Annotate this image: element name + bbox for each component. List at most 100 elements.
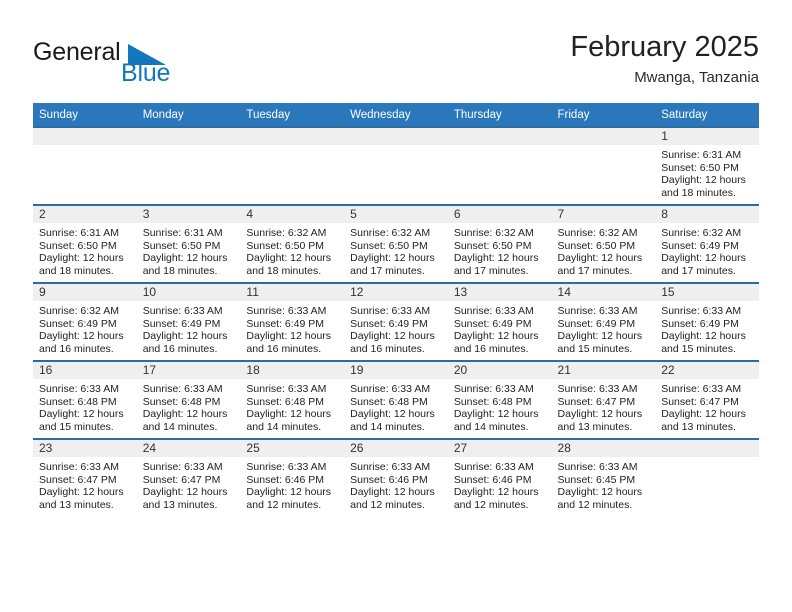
daylight-duration-line1: Daylight: 12 hours bbox=[453, 486, 539, 499]
sunset-time: Sunset: 6:46 PM bbox=[453, 473, 532, 486]
daylight-duration-line2: and 18 minutes. bbox=[39, 264, 114, 277]
daylight-duration-line2: and 12 minutes. bbox=[453, 498, 529, 511]
daylight-duration-line2: and 14 minutes. bbox=[350, 420, 425, 433]
day-sun-info: Sunrise: 6:33 AM Sunset: 6:49 PM Daylight:… bbox=[448, 301, 552, 355]
calendar-day-cell[interactable]: 14 Sunrise: 6:33 AM Sunset: 6:49 PM Dayligh… bbox=[551, 282, 656, 361]
sunrise-time: Sunrise: 6:33 AM bbox=[246, 461, 327, 473]
sunset-time: Sunset: 6:46 PM bbox=[246, 473, 325, 486]
calendar-grid: Sunday Monday Tuesday Wednesday Thursday… bbox=[33, 103, 759, 516]
calendar-day-cell[interactable]: 7 Sunrise: 6:32 AM Sunset: 6:50 PM Daylight… bbox=[551, 204, 656, 283]
calendar-day-cell[interactable]: 6 Sunrise: 6:32 AM Sunset: 6:50 PM Daylight… bbox=[447, 204, 552, 283]
sunset-time: Sunset: 6:49 PM bbox=[661, 239, 739, 252]
day-sun-info: Sunrise: 6:33 AM Sunset: 6:46 PM Daylight:… bbox=[344, 457, 448, 511]
sunset-time: Sunset: 6:49 PM bbox=[453, 317, 532, 330]
calendar-day-cell[interactable]: 26 Sunrise: 6:33 AM Sunset: 6:46 PM Dayligh… bbox=[344, 438, 448, 516]
day-cell-content bbox=[551, 128, 656, 204]
calendar-day-cell[interactable]: 5 Sunrise: 6:32 AM Sunset: 6:50 PM Daylight… bbox=[344, 204, 448, 283]
day-number: 7 bbox=[551, 206, 656, 223]
daylight-duration-line2: and 17 minutes. bbox=[661, 264, 736, 277]
daylight-duration-line2: and 14 minutes. bbox=[142, 420, 218, 433]
day-cell-content: 27 Sunrise: 6:33 AM Sunset: 6:46 PM Dayligh… bbox=[447, 440, 552, 516]
sunrise-time: Sunrise: 6:32 AM bbox=[246, 227, 327, 239]
daylight-duration-line1: Daylight: 12 hours bbox=[661, 252, 746, 265]
day-number bbox=[136, 128, 241, 145]
calendar-day-cell[interactable]: 8 Sunrise: 6:32 AM Sunset: 6:49 PM Daylight… bbox=[655, 204, 759, 283]
calendar-day-cell[interactable]: 12 Sunrise: 6:33 AM Sunset: 6:49 PM Dayligh… bbox=[344, 282, 448, 361]
calendar-day-cell[interactable]: 28 Sunrise: 6:33 AM Sunset: 6:45 PM Dayligh… bbox=[551, 438, 656, 516]
calendar-week-row: 2 Sunrise: 6:31 AM Sunset: 6:50 PM Daylight… bbox=[33, 204, 759, 283]
daylight-duration-line1: Daylight: 12 hours bbox=[453, 252, 539, 265]
day-sun-info: Sunrise: 6:33 AM Sunset: 6:48 PM Daylight:… bbox=[344, 379, 448, 433]
sunset-time: Sunset: 6:50 PM bbox=[246, 239, 325, 252]
day-number bbox=[240, 128, 345, 145]
day-number: 16 bbox=[33, 362, 137, 379]
calendar-day-cell[interactable]: 19 Sunrise: 6:33 AM Sunset: 6:48 PM Dayligh… bbox=[344, 360, 448, 439]
day-number: 26 bbox=[344, 440, 448, 457]
day-sun-info: Sunrise: 6:32 AM Sunset: 6:50 PM Daylight:… bbox=[240, 223, 344, 277]
sunset-time: Sunset: 6:50 PM bbox=[557, 239, 636, 252]
daylight-duration-line1: Daylight: 12 hours bbox=[39, 486, 124, 499]
day-cell-content: 10 Sunrise: 6:33 AM Sunset: 6:49 PM Dayligh… bbox=[136, 284, 241, 360]
sunset-time: Sunset: 6:48 PM bbox=[142, 395, 221, 408]
calendar-day-cell[interactable]: 17 Sunrise: 6:33 AM Sunset: 6:48 PM Dayligh… bbox=[136, 360, 241, 439]
sunrise-time: Sunrise: 6:33 AM bbox=[246, 383, 327, 395]
calendar-day-cell[interactable]: 16 Sunrise: 6:33 AM Sunset: 6:48 PM Dayligh… bbox=[33, 360, 137, 439]
calendar-day-cell[interactable]: 23 Sunrise: 6:33 AM Sunset: 6:47 PM Dayligh… bbox=[33, 438, 137, 516]
sunrise-time: Sunrise: 6:33 AM bbox=[661, 383, 742, 395]
sunset-time: Sunset: 6:50 PM bbox=[142, 239, 221, 252]
page-header: General Blue February 2025 Mwanga, Tanza… bbox=[33, 30, 759, 92]
calendar-day-cell[interactable]: 4 Sunrise: 6:32 AM Sunset: 6:50 PM Daylight… bbox=[240, 204, 345, 283]
daylight-duration-line2: and 12 minutes. bbox=[557, 498, 633, 511]
calendar-day-cell[interactable]: 15 Sunrise: 6:33 AM Sunset: 6:49 PM Dayligh… bbox=[655, 282, 759, 361]
calendar-day-cell[interactable]: 25 Sunrise: 6:33 AM Sunset: 6:46 PM Dayligh… bbox=[240, 438, 345, 516]
calendar-day-cell[interactable]: 9 Sunrise: 6:32 AM Sunset: 6:49 PM Daylight… bbox=[33, 282, 137, 361]
calendar-week-row: 1 Sunrise: 6:31 AM Sunset: 6:50 PM Daylight… bbox=[33, 126, 759, 205]
calendar-day-cell[interactable]: 2 Sunrise: 6:31 AM Sunset: 6:50 PM Daylight… bbox=[33, 204, 137, 283]
title-block: February 2025 Mwanga, Tanzania bbox=[570, 30, 759, 88]
daylight-duration-line1: Daylight: 12 hours bbox=[661, 408, 746, 421]
calendar-week-row: 9 Sunrise: 6:32 AM Sunset: 6:49 PM Daylight… bbox=[33, 282, 759, 361]
calendar-day-cell bbox=[240, 126, 345, 205]
day-cell-content bbox=[344, 128, 448, 204]
calendar-day-cell[interactable]: 11 Sunrise: 6:33 AM Sunset: 6:49 PM Dayligh… bbox=[240, 282, 345, 361]
day-number: 8 bbox=[655, 206, 759, 223]
day-cell-content: 11 Sunrise: 6:33 AM Sunset: 6:49 PM Dayligh… bbox=[240, 284, 345, 360]
sunset-time: Sunset: 6:50 PM bbox=[350, 239, 428, 252]
sunrise-time: Sunrise: 6:33 AM bbox=[142, 383, 223, 395]
calendar-day-cell bbox=[655, 438, 759, 516]
sunrise-time: Sunrise: 6:31 AM bbox=[142, 227, 223, 239]
day-number: 6 bbox=[447, 206, 552, 223]
day-number: 22 bbox=[655, 362, 759, 379]
calendar-day-cell[interactable]: 10 Sunrise: 6:33 AM Sunset: 6:49 PM Dayligh… bbox=[136, 282, 241, 361]
day-number: 27 bbox=[447, 440, 552, 457]
day-cell-content: 12 Sunrise: 6:33 AM Sunset: 6:49 PM Dayligh… bbox=[344, 284, 448, 360]
calendar-day-cell[interactable]: 21 Sunrise: 6:33 AM Sunset: 6:47 PM Dayligh… bbox=[551, 360, 656, 439]
calendar-day-cell bbox=[551, 126, 656, 205]
calendar-day-cell[interactable]: 18 Sunrise: 6:33 AM Sunset: 6:48 PM Dayligh… bbox=[240, 360, 345, 439]
weekday-header-friday: Friday bbox=[551, 103, 656, 127]
sunrise-time: Sunrise: 6:33 AM bbox=[453, 383, 534, 395]
daylight-duration-line1: Daylight: 12 hours bbox=[557, 408, 643, 421]
sunset-time: Sunset: 6:50 PM bbox=[661, 161, 739, 174]
day-number: 28 bbox=[551, 440, 656, 457]
sunset-time: Sunset: 6:47 PM bbox=[661, 395, 739, 408]
calendar-day-cell bbox=[33, 126, 137, 205]
sunrise-time: Sunrise: 6:33 AM bbox=[246, 305, 327, 317]
calendar-day-cell[interactable]: 1 Sunrise: 6:31 AM Sunset: 6:50 PM Daylight… bbox=[655, 126, 759, 205]
daylight-duration-line2: and 13 minutes. bbox=[661, 420, 736, 433]
calendar-day-cell[interactable]: 24 Sunrise: 6:33 AM Sunset: 6:47 PM Dayligh… bbox=[136, 438, 241, 516]
daylight-duration-line2: and 17 minutes. bbox=[557, 264, 633, 277]
calendar-day-cell[interactable]: 22 Sunrise: 6:33 AM Sunset: 6:47 PM Dayligh… bbox=[655, 360, 759, 439]
sunset-time: Sunset: 6:49 PM bbox=[557, 317, 636, 330]
calendar-day-cell[interactable]: 20 Sunrise: 6:33 AM Sunset: 6:48 PM Dayligh… bbox=[447, 360, 552, 439]
calendar-day-cell[interactable]: 13 Sunrise: 6:33 AM Sunset: 6:49 PM Dayligh… bbox=[447, 282, 552, 361]
calendar-day-cell[interactable]: 3 Sunrise: 6:31 AM Sunset: 6:50 PM Daylight… bbox=[136, 204, 241, 283]
day-number: 15 bbox=[655, 284, 759, 301]
sunset-time: Sunset: 6:47 PM bbox=[557, 395, 636, 408]
sunrise-time: Sunrise: 6:32 AM bbox=[453, 227, 534, 239]
daylight-duration-line1: Daylight: 12 hours bbox=[350, 408, 435, 421]
calendar-day-cell[interactable]: 27 Sunrise: 6:33 AM Sunset: 6:46 PM Dayligh… bbox=[447, 438, 552, 516]
day-sun-info: Sunrise: 6:33 AM Sunset: 6:48 PM Daylight:… bbox=[137, 379, 241, 433]
page-title: February 2025 bbox=[570, 31, 759, 63]
general-blue-logo[interactable]: General Blue bbox=[33, 38, 263, 94]
